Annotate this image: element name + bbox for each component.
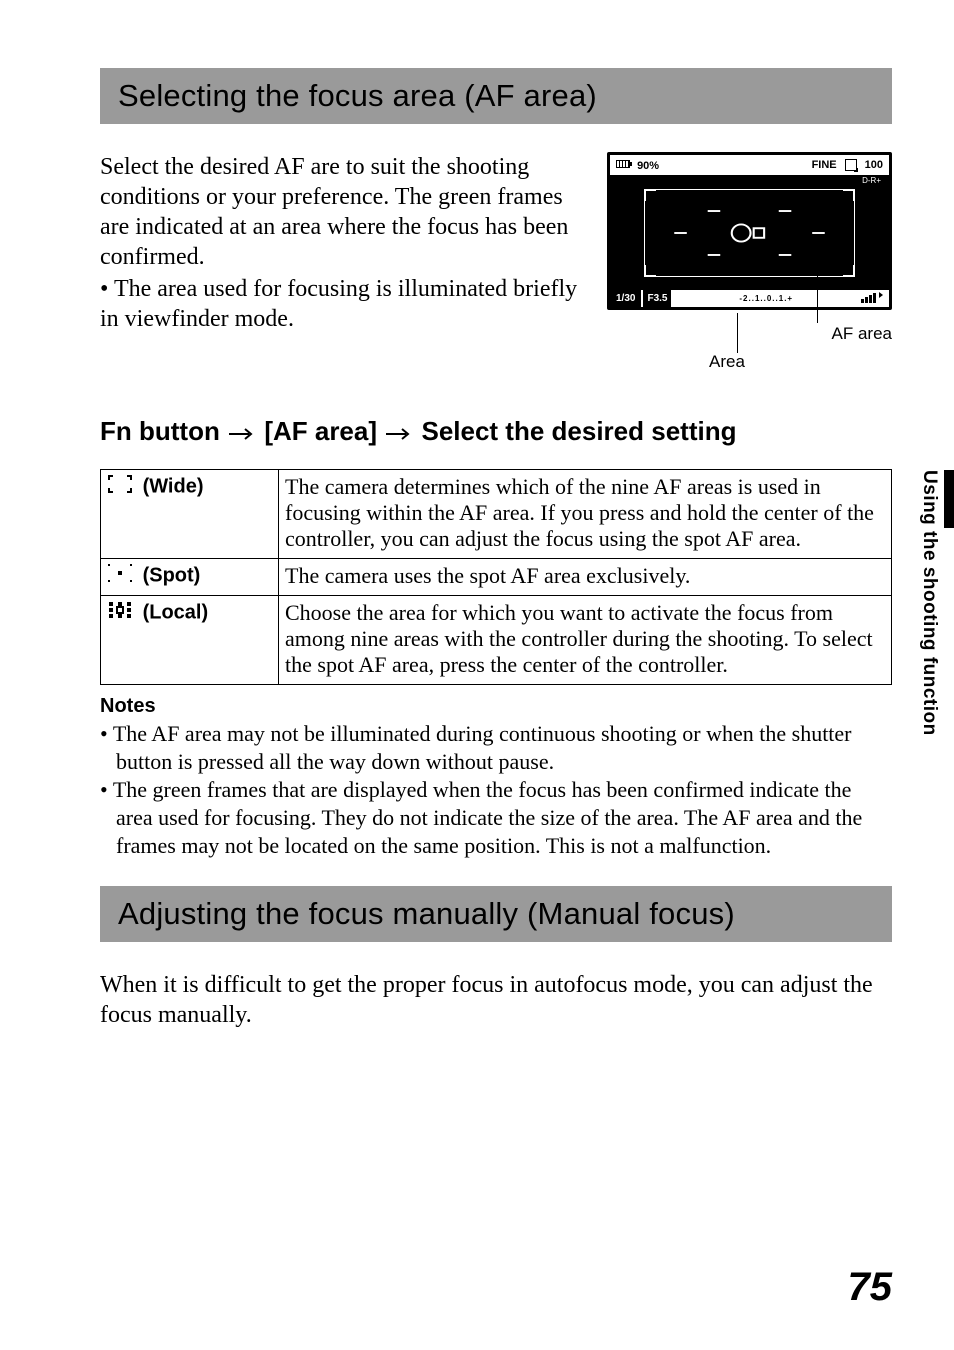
intro-bullet-text: The area used for focusing is illuminate…: [100, 276, 577, 332]
side-tab-label: Using the shooting function: [918, 470, 940, 736]
af-area-frame: [644, 189, 855, 277]
proc-part-c: Select the desired setting: [421, 416, 736, 446]
table-row: (Spot) The camera uses the spot AF area …: [101, 558, 892, 595]
lcd-bottom-strip: 1/30 F3.5 -2..1..0..1.+: [610, 290, 889, 307]
row-key: (Local): [143, 601, 209, 623]
intro-paragraph: Select the desired AF are to suit the sh…: [100, 152, 589, 272]
row-value: The camera determines which of the nine …: [279, 469, 892, 558]
leader-line: [737, 313, 738, 353]
af-points-icon: [645, 190, 854, 276]
remaining-count: 100: [865, 159, 883, 171]
lcd-illustration: 90% FINE 100 D-R+: [607, 152, 892, 310]
intro-row: Select the desired AF are to suit the sh…: [100, 152, 892, 334]
lcd-top-right: FINE 100: [812, 159, 883, 171]
proc-part-b: [AF area]: [264, 416, 377, 446]
row-value: The camera uses the spot AF area exclusi…: [279, 558, 892, 595]
side-tab: Using the shooting function: [910, 470, 954, 800]
procedure-heading: Fn button [AF area] Select the desired s…: [100, 416, 892, 449]
battery-percent: 90%: [637, 160, 659, 172]
intro-bullet: • The area used for focusing is illumina…: [100, 274, 589, 334]
battery-icon: [616, 159, 634, 169]
lcd-top-strip: 90% FINE 100: [610, 155, 889, 175]
af-area-table: (Wide) The camera determines which of th…: [100, 469, 892, 685]
section-heading-manual-focus: Adjusting the focus manually (Manual foc…: [100, 886, 892, 942]
battery-indicator: 90%: [616, 159, 659, 172]
aperture-value: F3.5: [643, 290, 671, 307]
af-local-icon: [107, 600, 133, 626]
leader-line: [799, 258, 817, 259]
notes-list: The AF area may not be illuminated durin…: [100, 720, 892, 861]
list-item: The AF area may not be illuminated durin…: [100, 720, 892, 776]
row-key: (Spot): [143, 564, 201, 586]
card-icon: [845, 159, 857, 171]
callout-af-area: AF area: [832, 324, 892, 344]
handheld-icon: [861, 291, 889, 306]
af-wide-icon: [107, 474, 133, 500]
table-row: (Wide) The camera determines which of th…: [101, 469, 892, 558]
shutter-speed: 1/30: [610, 290, 641, 307]
section-heading-af-area: Selecting the focus area (AF area): [100, 68, 892, 124]
quality-label: FINE: [812, 159, 837, 171]
arrow-icon: [227, 418, 257, 449]
intro-text: Select the desired AF are to suit the sh…: [100, 152, 589, 334]
row-key: (Wide): [143, 475, 204, 497]
manual-focus-body: When it is difficult to get the proper f…: [100, 970, 892, 1030]
page: Using the shooting function Selecting th…: [0, 0, 954, 1350]
table-row: (Local) Choose the area for which you wa…: [101, 595, 892, 684]
dro-badge: D-R+: [860, 176, 883, 185]
proc-part-a: Fn button: [100, 416, 220, 446]
af-spot-icon: [107, 563, 133, 589]
ev-scale: -2..1..0..1.+: [671, 294, 861, 303]
lcd-screen: 90% FINE 100 D-R+: [607, 152, 892, 310]
callout-area: Area: [709, 352, 745, 372]
notes-heading: Notes: [100, 695, 892, 718]
side-tab-marker: [944, 470, 954, 528]
leader-line: [817, 258, 818, 323]
arrow-icon: [384, 418, 414, 449]
list-item: The green frames that are displayed when…: [100, 776, 892, 860]
row-value: Choose the area for which you want to ac…: [279, 595, 892, 684]
page-number: 75: [848, 1265, 893, 1310]
